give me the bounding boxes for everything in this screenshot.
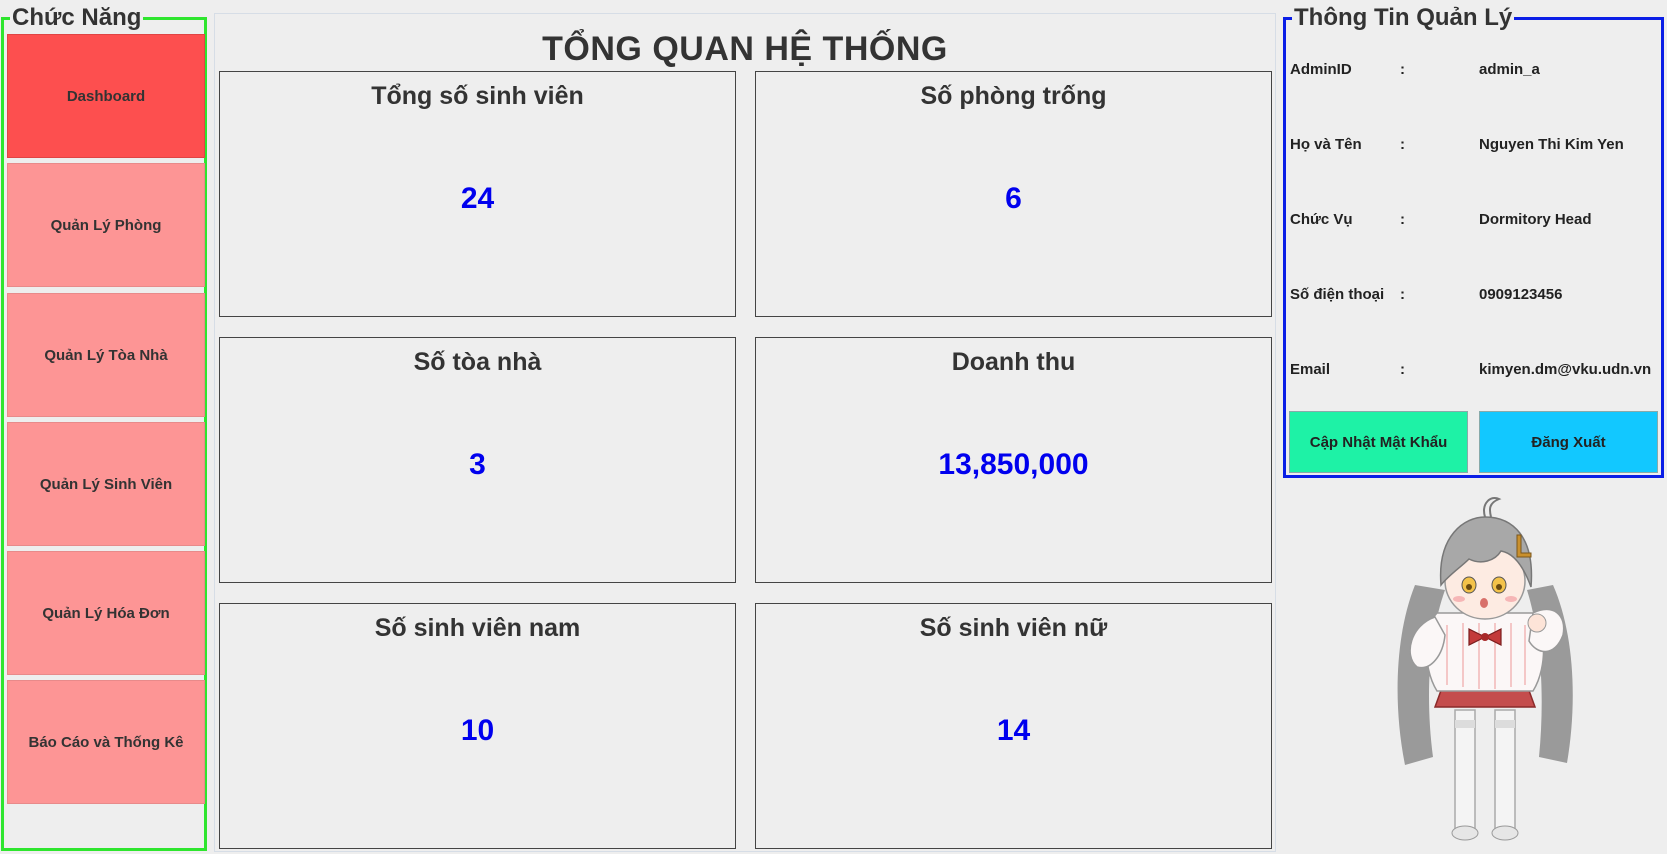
sidebar-item-student-management[interactable]: Quản Lý Sinh Viên bbox=[7, 422, 205, 546]
stat-card-total-students: Tổng số sinh viên 24 bbox=[219, 71, 736, 317]
sidebar-item-dashboard[interactable]: Dashboard bbox=[7, 34, 205, 158]
sidebar-item-reports-statistics[interactable]: Báo Cáo và Thống Kê bbox=[7, 680, 205, 804]
manager-info-panel: Thông Tin Quản Lý AdminID : admin_a Họ v… bbox=[1283, 5, 1664, 478]
info-separator: : bbox=[1400, 286, 1405, 303]
stat-label: Doanh thu bbox=[951, 348, 1076, 376]
info-row-email: Email : kimyen.dm@vku.udn.vn bbox=[1286, 361, 1661, 383]
sidebar-title: Chức Năng bbox=[10, 4, 144, 31]
overview-panel: TỔNG QUAN HỆ THỐNG Tổng số sinh viên 24 … bbox=[214, 13, 1276, 852]
stat-value: 6 bbox=[1005, 182, 1022, 215]
stat-card-empty-rooms: Số phòng trống 6 bbox=[755, 71, 1272, 317]
stat-label: Số phòng trống bbox=[920, 82, 1107, 110]
info-key: Họ và Tên bbox=[1290, 136, 1362, 153]
stat-label: Số tòa nhà bbox=[413, 348, 542, 376]
stat-label: Số sinh viên nam bbox=[374, 614, 581, 642]
stat-card-male-students: Số sinh viên nam 10 bbox=[219, 603, 736, 849]
info-separator: : bbox=[1400, 211, 1405, 228]
info-separator: : bbox=[1400, 61, 1405, 78]
stat-label: Tổng số sinh viên bbox=[371, 82, 584, 110]
sidebar-item-room-management[interactable]: Quản Lý Phòng bbox=[7, 163, 205, 287]
stat-value: 14 bbox=[996, 714, 1031, 747]
stat-label: Số sinh viên nữ bbox=[919, 614, 1108, 642]
info-title: Thông Tin Quản Lý bbox=[1292, 4, 1515, 31]
info-value: Nguyen Thi Kim Yen bbox=[1479, 136, 1624, 153]
info-separator: : bbox=[1400, 136, 1405, 153]
logout-button[interactable]: Đăng Xuất bbox=[1479, 411, 1658, 473]
stat-value: 3 bbox=[469, 448, 486, 481]
anime-girl-mascot-image bbox=[1397, 497, 1573, 841]
stat-card-female-students: Số sinh viên nữ 14 bbox=[755, 603, 1272, 849]
info-key: Chức Vụ bbox=[1290, 211, 1353, 228]
info-separator: : bbox=[1400, 361, 1405, 378]
stat-value: 13,850,000 bbox=[938, 448, 1089, 481]
stat-value: 10 bbox=[460, 714, 495, 747]
info-value: Dormitory Head bbox=[1479, 211, 1592, 228]
function-sidebar: Chức Năng Dashboard Quản Lý Phòng Quản L… bbox=[1, 5, 207, 851]
info-row-phone: Số điện thoại : 0909123456 bbox=[1286, 286, 1661, 308]
sidebar-item-invoice-management[interactable]: Quản Lý Hóa Đơn bbox=[7, 551, 205, 675]
stat-card-buildings: Số tòa nhà 3 bbox=[219, 337, 736, 583]
stat-card-revenue: Doanh thu 13,850,000 bbox=[755, 337, 1272, 583]
info-row-full-name: Họ và Tên : Nguyen Thi Kim Yen bbox=[1286, 136, 1661, 158]
sidebar-item-building-management[interactable]: Quản Lý Tòa Nhà bbox=[7, 293, 205, 417]
info-key: Số điện thoại bbox=[1290, 286, 1385, 303]
info-value: 0909123456 bbox=[1479, 286, 1563, 303]
page-title: TỔNG QUAN HỆ THỐNG bbox=[542, 30, 948, 68]
update-password-button[interactable]: Cập Nhật Mật Khẩu bbox=[1289, 411, 1468, 473]
stat-value: 24 bbox=[460, 182, 495, 215]
info-row-admin-id: AdminID : admin_a bbox=[1286, 61, 1661, 83]
info-value: kimyen.dm@vku.udn.vn bbox=[1479, 361, 1652, 378]
info-key: AdminID bbox=[1290, 61, 1352, 78]
info-key: Email bbox=[1290, 361, 1331, 378]
info-row-position: Chức Vụ : Dormitory Head bbox=[1286, 211, 1661, 233]
info-value: admin_a bbox=[1479, 61, 1540, 78]
